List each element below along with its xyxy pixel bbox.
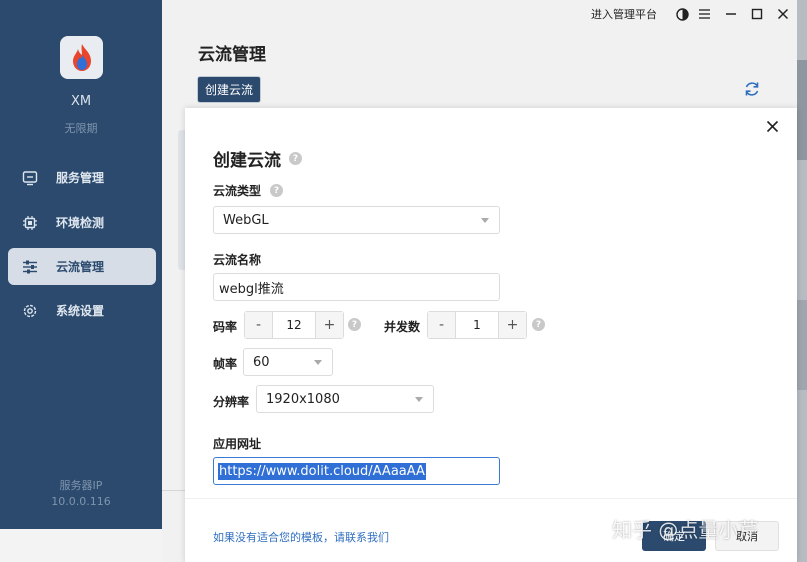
- sidebar-item-service-management[interactable]: 服务管理: [8, 159, 156, 196]
- sidebar-item-label: 系统设置: [56, 304, 105, 318]
- theme-icon[interactable]: [676, 7, 689, 21]
- page-title: 云流管理: [198, 45, 266, 65]
- sidebar-item-cloud-stream-management[interactable]: 云流管理: [8, 248, 156, 285]
- framerate-select[interactable]: 60: [243, 348, 333, 376]
- create-stream-dialog: 创建云流 ? 云流类型 ? WebGL 云流名称 webgl推流 码率 - 12…: [185, 108, 797, 562]
- stream-name-input[interactable]: webgl推流: [213, 273, 500, 301]
- concurrency-label: 并发数: [384, 320, 421, 334]
- refresh-icon[interactable]: [743, 80, 761, 102]
- sidebar: XM 无限期 服务管理 环境检测 云流管理 系统设置 服务器IP 10.0.0.…: [0, 0, 162, 529]
- help-icon[interactable]: ?: [289, 152, 302, 165]
- resolution-value: 1920x1080: [266, 391, 340, 407]
- resolution-select[interactable]: 1920x1080: [256, 385, 434, 413]
- app-url-input[interactable]: https://www.dolit.cloud/AAaaAA: [213, 457, 500, 485]
- dialog-title: 创建云流 ?: [213, 146, 302, 171]
- stream-type-select[interactable]: WebGL: [213, 206, 500, 234]
- watermark: 知乎 @点量小芹: [612, 518, 759, 542]
- gear-icon: [10, 303, 50, 319]
- sliders-icon: [10, 259, 50, 275]
- bitrate-increment-button[interactable]: +: [316, 312, 343, 338]
- help-icon[interactable]: ?: [270, 184, 284, 197]
- maximize-icon[interactable]: [751, 8, 763, 20]
- help-icon[interactable]: ?: [532, 318, 545, 331]
- close-icon[interactable]: [766, 118, 779, 137]
- chevron-down-icon: [314, 360, 322, 365]
- stream-type-label-text: 云流类型: [213, 184, 262, 198]
- app-url-value: https://www.dolit.cloud/AAaaAA: [218, 462, 426, 480]
- stream-type-value: WebGL: [223, 212, 269, 228]
- user-subtitle: 无限期: [64, 122, 98, 135]
- user-name: XM: [70, 94, 92, 109]
- concurrency-stepper[interactable]: - 1 +: [427, 311, 527, 339]
- bitrate-value[interactable]: 12: [272, 312, 316, 338]
- server-ip-value: 10.0.0.116: [51, 495, 111, 508]
- flame-logo-icon: [72, 43, 91, 71]
- app-logo: [60, 36, 103, 79]
- contact-us-link[interactable]: 如果没有适合您的模板，请联系我们: [213, 529, 389, 545]
- background-window-edge: [797, 0, 807, 562]
- sidebar-item-label: 云流管理: [56, 260, 105, 274]
- bitrate-decrement-button[interactable]: -: [245, 312, 272, 338]
- dialog-title-text: 创建云流: [213, 151, 281, 171]
- chip-icon: [10, 215, 50, 231]
- stream-type-label: 云流类型 ?: [213, 182, 284, 199]
- sidebar-item-system-settings[interactable]: 系统设置: [8, 292, 156, 329]
- concurrency-increment-button[interactable]: +: [499, 312, 526, 338]
- stream-name-label: 云流名称: [213, 253, 262, 267]
- create-stream-button[interactable]: 创建云流: [197, 76, 262, 103]
- framerate-value: 60: [253, 354, 270, 370]
- concurrency-value[interactable]: 1: [455, 312, 499, 338]
- server-ip-label: 服务器IP: [59, 479, 103, 492]
- sidebar-item-label: 环境检测: [56, 216, 105, 230]
- admin-platform-link[interactable]: 进入管理平台: [591, 6, 657, 22]
- concurrency-decrement-button[interactable]: -: [428, 312, 455, 338]
- chevron-down-icon: [415, 397, 423, 402]
- monitor-icon: [10, 170, 50, 186]
- resolution-label: 分辨率: [213, 395, 250, 409]
- sidebar-item-environment-check[interactable]: 环境检测: [8, 204, 156, 241]
- sidebar-item-label: 服务管理: [56, 171, 105, 185]
- bitrate-stepper[interactable]: - 12 +: [244, 311, 344, 339]
- minimize-icon[interactable]: [725, 8, 737, 20]
- window-topbar: 进入管理平台: [591, 6, 789, 22]
- menu-icon[interactable]: [698, 8, 711, 20]
- help-icon[interactable]: ?: [348, 318, 361, 331]
- stream-name-value: webgl推流: [219, 281, 284, 297]
- app-url-label: 应用网址: [213, 437, 262, 451]
- framerate-label: 帧率: [213, 357, 238, 371]
- close-window-icon[interactable]: [777, 8, 789, 20]
- bitrate-label: 码率: [213, 320, 238, 334]
- chevron-down-icon: [481, 218, 489, 223]
